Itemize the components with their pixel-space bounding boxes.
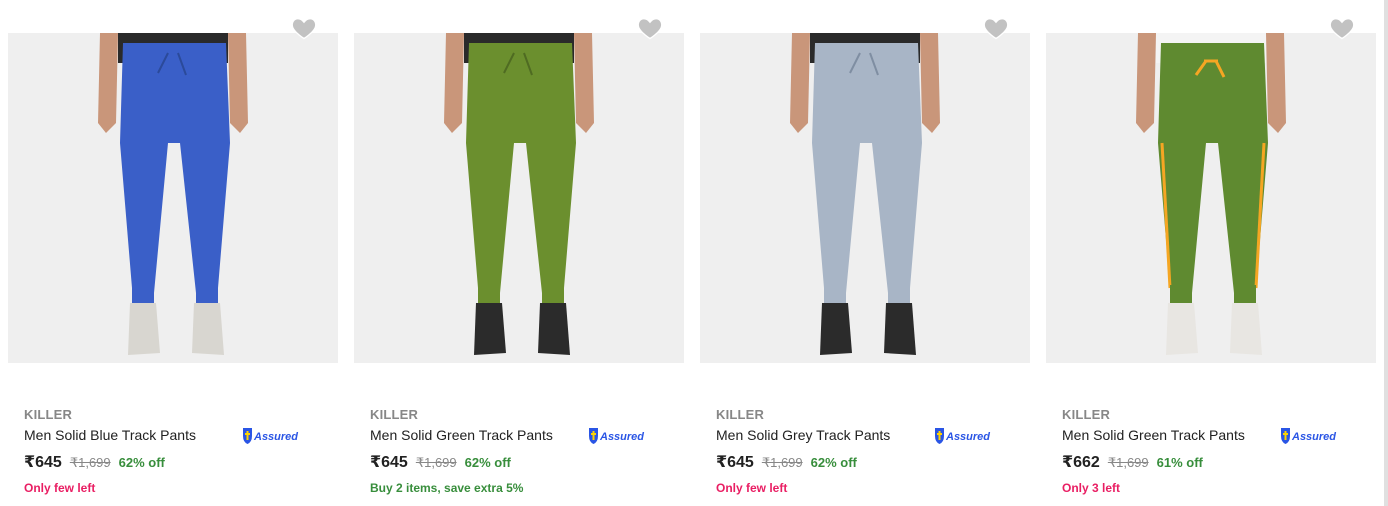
original-price: ₹1,699 <box>1107 455 1149 470</box>
discount-percent: 61% off <box>1156 455 1203 470</box>
discount-percent: 62% off <box>118 455 165 470</box>
product-image[interactable] <box>1046 33 1376 363</box>
product-card[interactable]: KILLER Men Solid Green Track Pants Assur… <box>346 0 692 506</box>
wishlist-heart-icon[interactable] <box>290 14 318 42</box>
product-brand: KILLER <box>716 407 765 422</box>
product-card[interactable]: KILLER Men Solid Grey Track Pants Assure… <box>692 0 1038 506</box>
product-image[interactable] <box>700 33 1030 363</box>
original-price: ₹1,699 <box>415 455 457 470</box>
product-card[interactable]: KILLER Men Solid Green Track Pants Assur… <box>1038 0 1384 506</box>
assured-badge-icon: Assured <box>243 428 298 444</box>
assured-text: Assured <box>1291 431 1336 443</box>
product-title[interactable]: Men Solid Blue Track Pants <box>24 427 196 443</box>
assured-badge-icon: Assured <box>1281 428 1336 444</box>
price-row: ₹645 ₹1,699 62% off <box>716 452 857 472</box>
wishlist-heart-icon[interactable] <box>982 14 1010 42</box>
assured-badge-icon: Assured <box>935 428 990 444</box>
product-title[interactable]: Men Solid Green Track Pants <box>370 427 553 443</box>
selling-price: ₹645 <box>716 454 754 471</box>
wishlist-heart-icon[interactable] <box>636 14 664 42</box>
assured-text: Assured <box>599 431 644 443</box>
original-price: ₹1,699 <box>69 455 111 470</box>
stock-note: Only 3 left <box>1062 481 1121 495</box>
stock-note: Only few left <box>24 481 96 495</box>
product-image[interactable] <box>8 33 338 363</box>
product-brand: KILLER <box>370 407 419 422</box>
product-image[interactable] <box>354 33 684 363</box>
price-row: ₹645 ₹1,699 62% off <box>370 452 511 472</box>
product-title[interactable]: Men Solid Green Track Pants <box>1062 427 1245 443</box>
discount-percent: 62% off <box>810 455 857 470</box>
product-title[interactable]: Men Solid Grey Track Pants <box>716 427 890 443</box>
selling-price: ₹662 <box>1062 454 1100 471</box>
original-price: ₹1,699 <box>761 455 803 470</box>
product-grid: KILLER Men Solid Blue Track Pants Assure… <box>0 0 1388 506</box>
assured-badge-icon: Assured <box>589 428 644 444</box>
price-row: ₹662 ₹1,699 61% off <box>1062 452 1203 472</box>
assured-text: Assured <box>945 431 990 443</box>
product-card[interactable]: KILLER Men Solid Blue Track Pants Assure… <box>0 0 346 506</box>
scrollbar-edge[interactable] <box>1384 0 1388 506</box>
offer-note: Buy 2 items, save extra 5% <box>370 481 524 495</box>
selling-price: ₹645 <box>24 454 62 471</box>
stock-note: Only few left <box>716 481 788 495</box>
selling-price: ₹645 <box>370 454 408 471</box>
assured-text: Assured <box>253 431 298 443</box>
product-brand: KILLER <box>1062 407 1111 422</box>
discount-percent: 62% off <box>464 455 511 470</box>
product-brand: KILLER <box>24 407 73 422</box>
wishlist-heart-icon[interactable] <box>1328 14 1356 42</box>
price-row: ₹645 ₹1,699 62% off <box>24 452 165 472</box>
